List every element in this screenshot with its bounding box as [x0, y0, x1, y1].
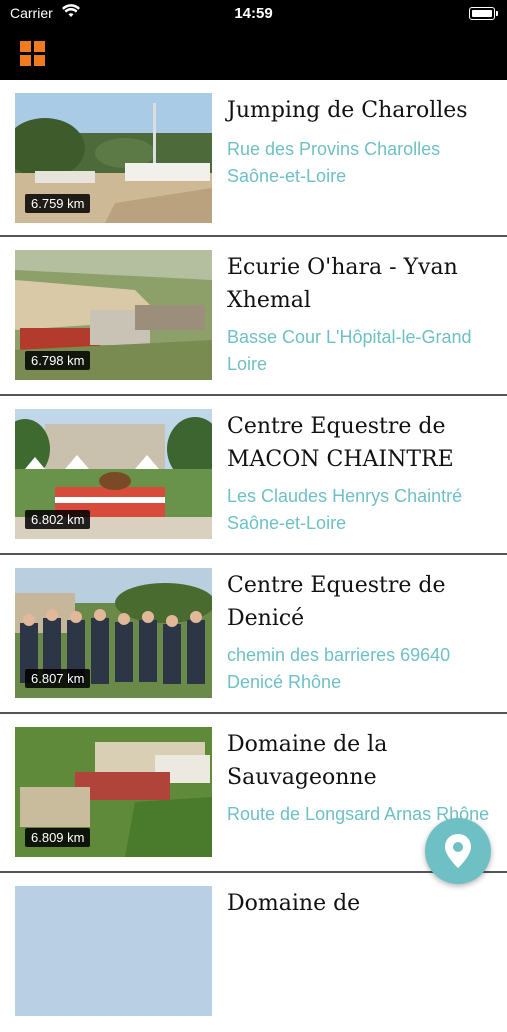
distance-badge: 6.809 km — [25, 828, 91, 847]
list-item[interactable]: 6.798 km Ecurie O'hara - Yvan Xhemal Bas… — [0, 237, 507, 396]
club-list: 6.759 km Jumping de Charolles Rue des Pr… — [0, 80, 507, 1032]
distance-badge: 6.802 km — [25, 510, 91, 529]
club-title: Centre Equestre de Denicé — [227, 573, 446, 631]
nav-bar — [0, 28, 507, 80]
distance-badge: 6.759 km — [25, 194, 91, 213]
list-item[interactable]: 6.802 km Centre Equestre de MACON CHAINT… — [0, 396, 507, 555]
club-title: Centre Equestre de MACON CHAINTRE — [227, 414, 454, 472]
thumbnail-image: 6.807 km — [15, 568, 212, 698]
grid-icon[interactable] — [20, 41, 45, 66]
club-title: Domaine de la Sauvageonne — [227, 732, 388, 790]
thumbnail-image: 6.802 km — [15, 409, 212, 539]
list-item[interactable]: 6.807 km Centre Equestre de Denicé chemi… — [0, 555, 507, 714]
map-button[interactable] — [425, 818, 491, 884]
club-address: chemin des barrieres 69640 Denicé Rhône — [227, 645, 451, 692]
thumbnail-image — [15, 886, 212, 1016]
club-title: Jumping de Charolles — [227, 98, 468, 123]
club-address: Basse Cour L'Hôpital-le-Grand Loire — [227, 327, 472, 374]
list-item[interactable]: 6.759 km Jumping de Charolles Rue des Pr… — [0, 80, 507, 237]
distance-badge: 6.798 km — [25, 351, 91, 370]
clock: 14:59 — [234, 5, 273, 22]
distance-badge: 6.807 km — [25, 669, 91, 688]
club-title: Ecurie O'hara - Yvan Xhemal — [227, 255, 458, 313]
club-title: Domaine de — [227, 891, 361, 916]
battery-icon — [469, 7, 498, 20]
list-item[interactable]: Domaine de — [0, 873, 507, 1032]
thumbnail-image: 6.759 km — [15, 93, 212, 223]
status-bar: Carrier 14:59 — [0, 0, 507, 28]
thumbnail-image: 6.809 km — [15, 727, 212, 857]
map-pin-icon — [445, 834, 471, 868]
club-address: Les Claudes Henrys Chaintré Saône-et-Loi… — [227, 486, 463, 533]
club-address: Rue des Provins Charolles Saône-et-Loire — [227, 139, 441, 186]
thumbnail-image: 6.798 km — [15, 250, 212, 380]
